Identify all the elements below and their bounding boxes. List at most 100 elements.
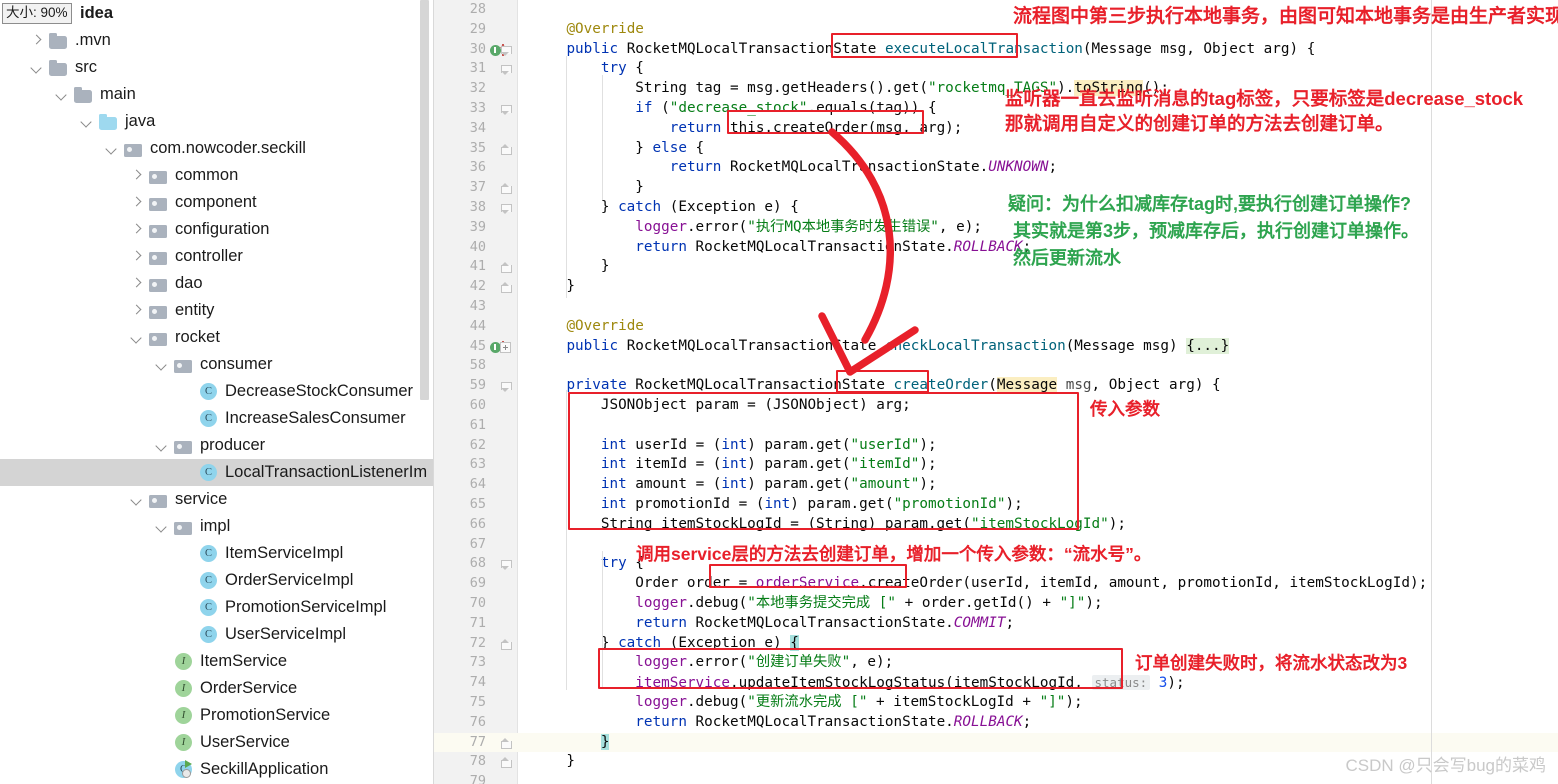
sidebar-scrollbar[interactable] [420,0,429,400]
tree-row-service[interactable]: service [0,486,434,513]
chevron-down-icon[interactable] [29,60,44,75]
code-line[interactable]: 65 int promotionId = (int) param.get("pr… [434,495,1558,515]
code-line[interactable]: 76 return RocketMQLocalTransactionState.… [434,713,1558,733]
line-number: 35 [469,139,486,156]
code-line[interactable]: 43 [434,297,1558,317]
chevron-right-icon[interactable] [29,33,44,48]
chevron-down-icon[interactable] [129,330,144,345]
tree-item-label: src [75,58,97,76]
code-editor[interactable]: 28 29 @Override 30 public RocketMQLocalTra… [434,0,1558,784]
code-line[interactable]: 39 logger.error("执行MQ本地事务时发生错误", e); [434,218,1558,238]
fold-collapse-icon[interactable] [500,64,512,76]
code-line[interactable]: 28 [434,0,1558,20]
code-line[interactable]: 38 } catch (Exception e) { [434,198,1558,218]
chevron-down-icon[interactable] [129,492,144,507]
code-line[interactable]: 66 String itemStockLogId = (String) para… [434,515,1558,535]
fold-collapse-icon[interactable] [500,183,512,195]
code-line[interactable]: 44 @Override [434,317,1558,337]
chevron-down-icon[interactable] [104,141,119,156]
tree-row-seckillapplication[interactable]: C SeckillApplication [0,756,434,783]
tree-row-configuration[interactable]: configuration [0,216,434,243]
line-number: 37 [469,179,486,196]
interface-icon: I [174,706,193,725]
fold-collapse-icon[interactable] [500,143,512,155]
tree-item-label: PromotionService [200,706,331,724]
project-tree[interactable]: idea .mvn src main java com.nowcoder.seckill c… [0,0,434,783]
tree-row-src[interactable]: src [0,54,434,81]
chevron-right-icon[interactable] [129,303,144,318]
chevron-down-icon[interactable] [79,114,94,129]
tree-row-main[interactable]: main [0,81,434,108]
code-text: try { [600,60,644,77]
tree-row-controller[interactable]: controller [0,243,434,270]
fold-expand-icon[interactable] [500,341,511,353]
fold-collapse-icon[interactable] [500,262,512,274]
fold-collapse-icon[interactable] [500,737,512,749]
tree-row-userserviceimpl[interactable]: C UserServiceImpl [0,621,434,648]
tree-item-label: rocket [175,328,220,346]
chevron-down-icon[interactable] [154,519,169,534]
indent-guide [602,75,603,200]
fold-collapse-icon[interactable] [500,559,512,571]
chevron-down-icon[interactable] [154,357,169,372]
tree-row-orderservice[interactable]: I OrderService [0,675,434,702]
code-line[interactable]: 77 } [434,732,1558,753]
fold-collapse-icon[interactable] [500,203,512,214]
fold-collapse-icon[interactable] [500,282,512,294]
fold-collapse-icon[interactable] [500,381,512,393]
code-text: } [532,179,644,196]
tree-row-promotionserviceimpl[interactable]: C PromotionServiceImpl [0,594,434,621]
code-line[interactable]: 41 } [434,257,1558,277]
chevron-right-icon[interactable] [129,195,144,210]
chevron-right-icon[interactable] [129,276,144,291]
tree-row-rocket[interactable]: rocket [0,324,434,351]
tree-row-itemserviceimpl[interactable]: C ItemServiceImpl [0,540,434,567]
tree-row-producer[interactable]: producer [0,432,434,459]
tree-row-dao[interactable]: dao [0,270,434,297]
fold-collapse-icon[interactable] [500,45,512,56]
code-line[interactable]: 60 JSONObject param = (JSONObject) arg; [434,396,1558,416]
tree-row-orderserviceimpl[interactable]: C OrderServiceImpl [0,567,434,594]
fold-collapse-icon[interactable] [500,757,512,769]
tree-row-itemservice[interactable]: I ItemService [0,648,434,675]
tree-row-java[interactable]: java [0,108,434,135]
interface-icon: I [174,679,193,698]
code-line[interactable]: 45 public RocketMQLocalTransactionState … [434,337,1558,357]
tree-row-promotionservice[interactable]: I PromotionService [0,702,434,729]
code-line[interactable]: 42 } [434,277,1558,297]
tree-row-com-nowcoder-seckill[interactable]: com.nowcoder.seckill [0,135,434,162]
tree-row-consumer[interactable]: consumer [0,351,434,378]
chevron-right-icon[interactable] [129,168,144,183]
line-number: 28 [469,1,486,17]
chevron-right-icon[interactable] [129,222,144,237]
code-line[interactable]: 40 return RocketMQLocalTransactionState.… [434,238,1558,258]
code-line[interactable]: 63 int itemId = (int) param.get("itemId"… [434,455,1558,475]
code-line[interactable]: 61 [434,416,1558,436]
tree-row-component[interactable]: component [0,189,434,216]
line-number: 43 [469,298,486,314]
code-line[interactable]: 75 logger.debug("更新流水完成 [" + itemStockLo… [434,693,1558,713]
chevron-down-icon[interactable] [154,438,169,453]
fold-collapse-icon[interactable] [500,638,512,650]
code-line[interactable]: 62 int userId = (int) param.get("userId"… [434,436,1558,456]
tree-row-impl[interactable]: impl [0,513,434,540]
code-line[interactable]: 30 public RocketMQLocalTransactionState … [434,40,1558,60]
code-line[interactable]: 59 private RocketMQLocalTransactionState… [434,376,1558,396]
code-line[interactable]: 58 [434,356,1558,376]
code-line[interactable]: 29 @Override [434,20,1558,40]
tree-item-label: impl [200,517,231,535]
tree-row-localtransactionlistenerim[interactable]: C LocalTransactionListenerIm [0,459,434,486]
tree-row-decreasestockconsumer[interactable]: C DecreaseStockConsumer [0,378,434,405]
tree-row--mvn[interactable]: .mvn [0,27,434,54]
tree-row-entity[interactable]: entity [0,297,434,324]
fold-collapse-icon[interactable] [500,104,512,115]
package-icon [149,222,168,238]
chevron-down-icon[interactable] [54,87,69,102]
line-number: 29 [469,20,486,37]
tree-row-userservice[interactable]: I UserService [0,729,434,756]
chevron-right-icon[interactable] [129,249,144,264]
code-line[interactable]: 64 int amount = (int) param.get("amount"… [434,475,1558,495]
project-tree-panel[interactable]: idea .mvn src main java com.nowcoder.seckill c… [0,0,434,784]
tree-row-common[interactable]: common [0,162,434,189]
tree-row-increasesalesconsumer[interactable]: C IncreaseSalesConsumer [0,405,434,432]
